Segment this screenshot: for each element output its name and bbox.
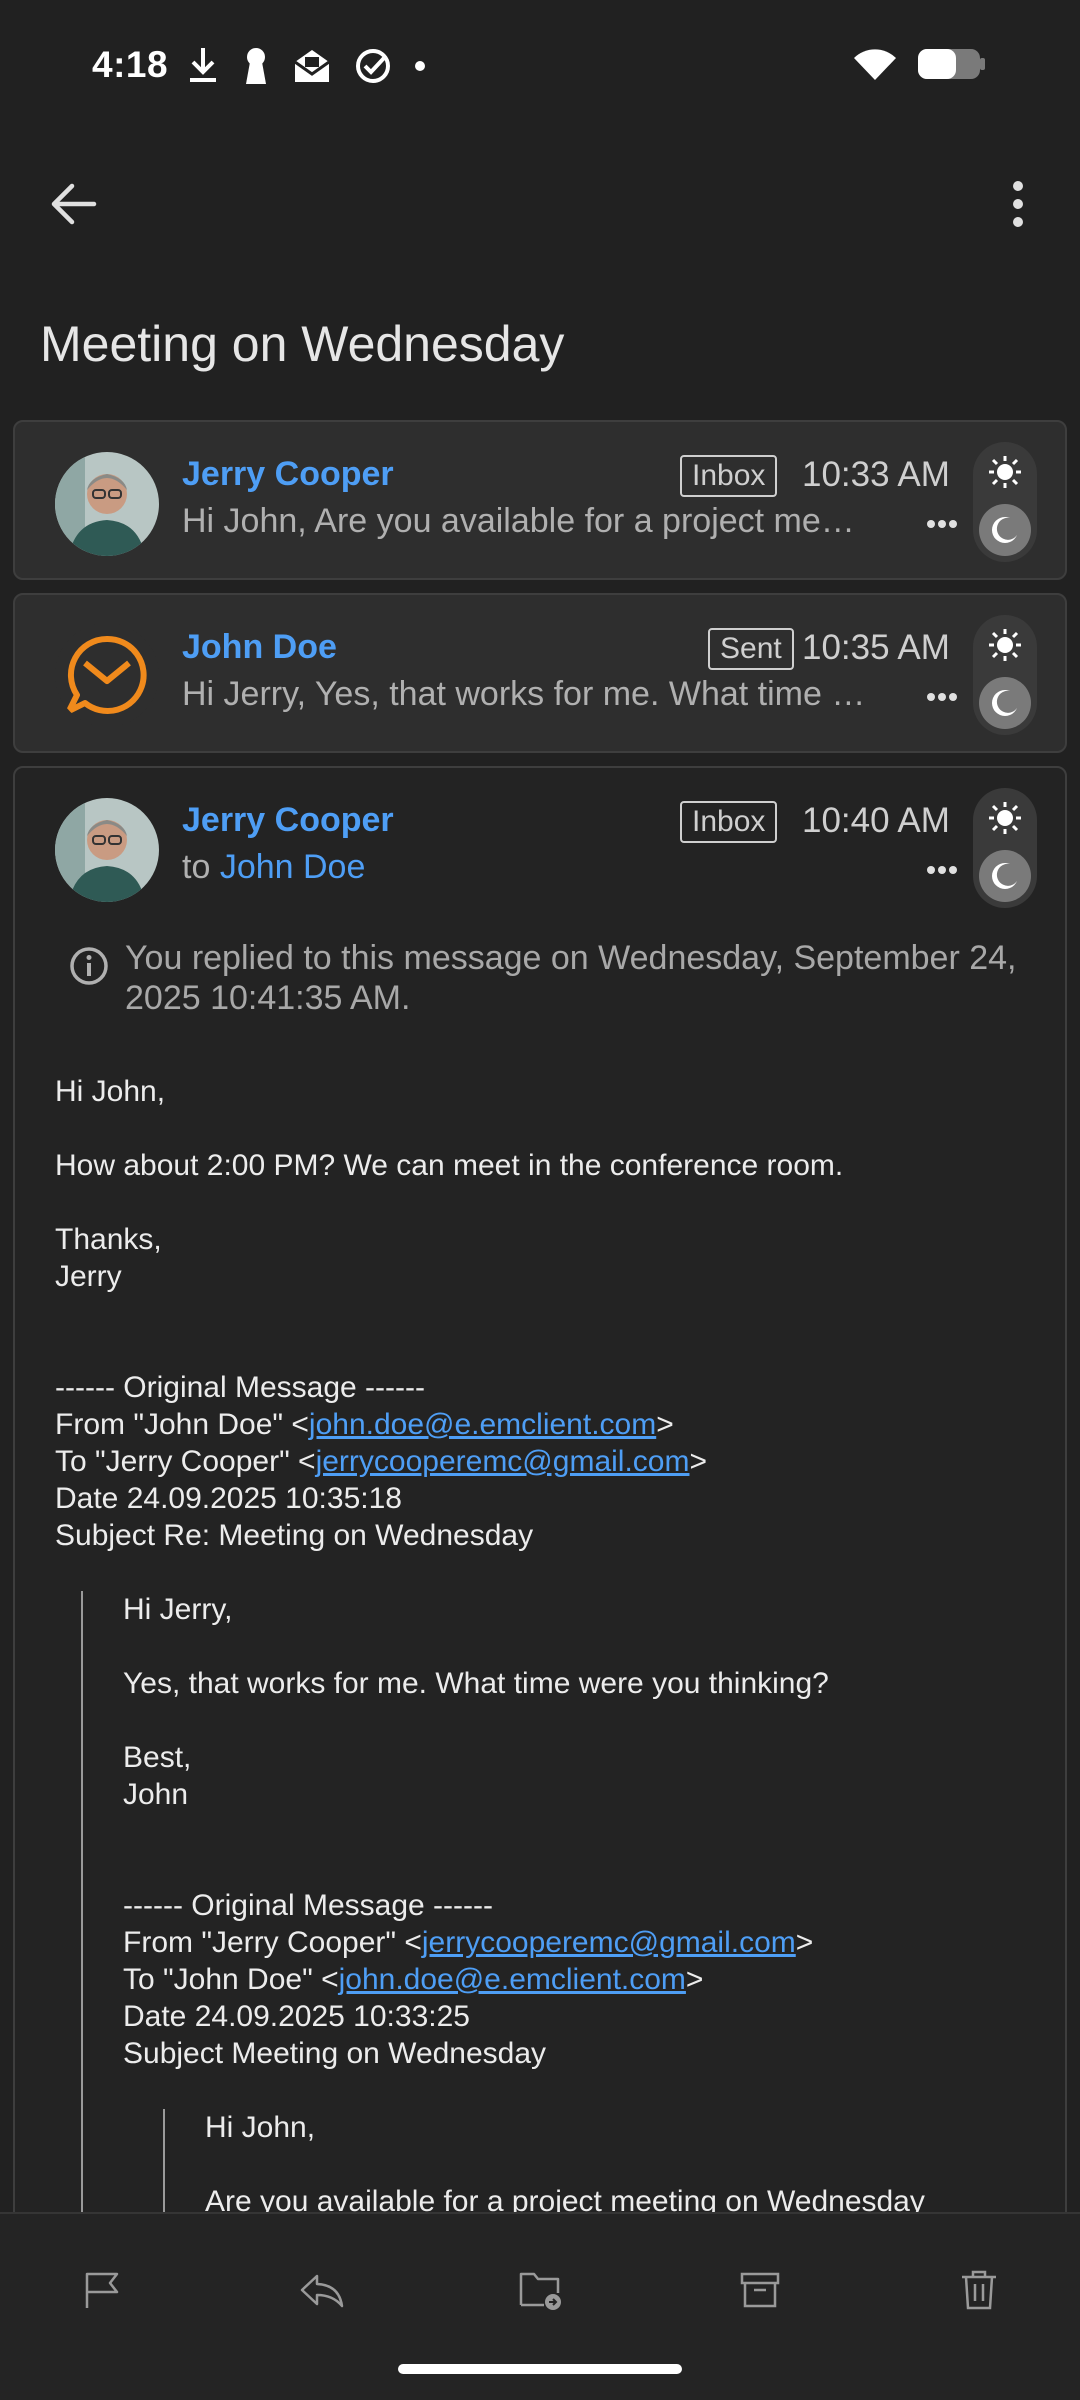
wifi-icon bbox=[854, 49, 896, 80]
message-card[interactable]: John Doe Sent 10:35 AM Hi Jerry, Yes, th… bbox=[13, 593, 1067, 753]
move-button[interactable] bbox=[501, 2250, 581, 2330]
original-message-header: ------ Original Message ------ bbox=[55, 1371, 425, 1404]
to-prefix: to bbox=[182, 848, 211, 886]
moon-icon bbox=[979, 677, 1031, 729]
original-to: To "John Doe" <john.doe@e.emclient.com> bbox=[123, 1963, 704, 1996]
system-icons bbox=[852, 46, 988, 82]
quote-greeting: Hi John, bbox=[205, 2111, 316, 2144]
message-preview: Hi Jerry, Yes, that works for me. What t… bbox=[182, 675, 872, 713]
email-link[interactable]: jerrycooperemc@gmail.com bbox=[316, 1445, 690, 1478]
sun-icon bbox=[979, 619, 1031, 671]
emclient-logo-icon bbox=[55, 623, 159, 727]
email-link[interactable]: jerrycooperemc@gmail.com bbox=[422, 1926, 796, 1959]
arrow-back-icon bbox=[51, 183, 97, 225]
email-link[interactable]: john.doe@e.emclient.com bbox=[339, 1963, 686, 1996]
delete-icon bbox=[962, 2270, 996, 2310]
original-date: Date 24.09.2025 10:33:25 bbox=[123, 2000, 470, 2033]
theme-toggle[interactable] bbox=[973, 788, 1037, 908]
message-time: 10:35 AM bbox=[802, 628, 950, 667]
battery-icon bbox=[918, 49, 985, 79]
thread-subject: Meeting on Wednesday bbox=[40, 316, 565, 372]
message-body: Hi John, How about 2:00 PM? We can meet … bbox=[55, 1073, 1045, 2220]
emclient-avatar bbox=[55, 623, 159, 727]
original-date: Date 24.09.2025 10:35:18 bbox=[55, 1482, 402, 1515]
archive-button[interactable] bbox=[720, 2250, 800, 2330]
moon-icon bbox=[979, 850, 1031, 902]
more-horiz-icon bbox=[927, 866, 957, 874]
quote-greeting: Hi Jerry, bbox=[123, 1593, 233, 1626]
quote-text: Yes, that works for me. What time were y… bbox=[123, 1667, 829, 1700]
folder-badge: Inbox bbox=[680, 801, 778, 843]
message-time: 10:40 AM bbox=[802, 801, 950, 840]
keyhole-icon bbox=[246, 48, 266, 84]
notification-icons bbox=[186, 46, 426, 86]
body-thanks: Thanks, bbox=[55, 1223, 162, 1256]
folder-badge: Sent bbox=[708, 628, 794, 670]
original-to: To "Jerry Cooper" <jerrycooperemc@gmail.… bbox=[55, 1445, 707, 1478]
moon-icon bbox=[979, 504, 1031, 556]
sender-name: John Doe bbox=[182, 628, 337, 666]
reply-info-text: You replied to this message on Wednesday… bbox=[125, 939, 1017, 1017]
message-more-button[interactable] bbox=[912, 504, 972, 544]
dot-icon bbox=[415, 61, 425, 71]
original-subject: Subject Meeting on Wednesday bbox=[123, 2037, 547, 2070]
message-expanded: Jerry Cooper to John Doe Inbox 10:40 AM … bbox=[13, 766, 1067, 2266]
folder-badge: Inbox bbox=[680, 455, 778, 497]
flag-button[interactable] bbox=[63, 2250, 143, 2330]
download-icon bbox=[190, 48, 216, 82]
recipient-line: to John Doe bbox=[182, 848, 365, 887]
reply-button[interactable] bbox=[282, 2250, 362, 2330]
info-icon bbox=[70, 947, 108, 985]
flag-icon bbox=[85, 2272, 119, 2308]
status-time: 4:18 bbox=[92, 44, 169, 85]
message-time: 10:33 AM bbox=[802, 455, 950, 494]
more-horiz-icon bbox=[927, 693, 957, 701]
quote-closing: Best, bbox=[123, 1741, 192, 1774]
avatar bbox=[55, 452, 159, 556]
recipient-name[interactable]: John Doe bbox=[220, 848, 366, 886]
delete-button[interactable] bbox=[939, 2250, 1019, 2330]
reply-icon bbox=[300, 2274, 344, 2308]
sun-icon bbox=[979, 792, 1031, 844]
quoted-message: Hi Jerry, Yes, that works for me. What t… bbox=[81, 1591, 1045, 2220]
email-link[interactable]: john.doe@e.emclient.com bbox=[309, 1408, 656, 1441]
original-from: From "Jerry Cooper" <jerrycooperemc@gmai… bbox=[123, 1926, 814, 1959]
app-bar bbox=[0, 150, 1080, 245]
nested-quoted-message: Hi John, Are you available for a project… bbox=[163, 2109, 1045, 2220]
sender-name[interactable]: Jerry Cooper bbox=[182, 801, 394, 840]
move-folder-icon bbox=[519, 2272, 561, 2310]
original-subject: Subject Re: Meeting on Wednesday bbox=[55, 1519, 534, 1552]
message-more-button[interactable] bbox=[912, 850, 972, 890]
quote-signature: John bbox=[123, 1778, 189, 1811]
theme-toggle[interactable] bbox=[973, 615, 1037, 735]
home-indicator[interactable] bbox=[398, 2364, 682, 2374]
more-options-button[interactable] bbox=[978, 164, 1058, 244]
sender-name: Jerry Cooper bbox=[182, 455, 394, 493]
back-button[interactable] bbox=[34, 164, 114, 244]
avatar bbox=[55, 798, 159, 902]
message-card[interactable]: Jerry Cooper Inbox 10:33 AM Hi John, Are… bbox=[13, 420, 1067, 580]
body-text: How about 2:00 PM? We can meet in the co… bbox=[55, 1149, 844, 1182]
mail-open-icon bbox=[294, 50, 330, 82]
sun-icon bbox=[979, 446, 1031, 498]
body-greeting: Hi John, bbox=[55, 1075, 166, 1108]
archive-icon bbox=[740, 2272, 780, 2308]
more-horiz-icon bbox=[927, 520, 957, 528]
original-from: From "John Doe" <john.doe@e.emclient.com… bbox=[55, 1408, 674, 1441]
check-circle-icon bbox=[356, 49, 390, 83]
theme-toggle[interactable] bbox=[973, 442, 1037, 562]
more-vert-icon bbox=[1013, 181, 1023, 227]
message-preview: Hi John, Are you available for a project… bbox=[182, 502, 872, 540]
status-bar: 4:18 bbox=[0, 0, 1080, 135]
original-message-header: ------ Original Message ------ bbox=[123, 1889, 493, 1922]
body-signature: Jerry bbox=[55, 1260, 122, 1293]
message-more-button[interactable] bbox=[912, 677, 972, 717]
